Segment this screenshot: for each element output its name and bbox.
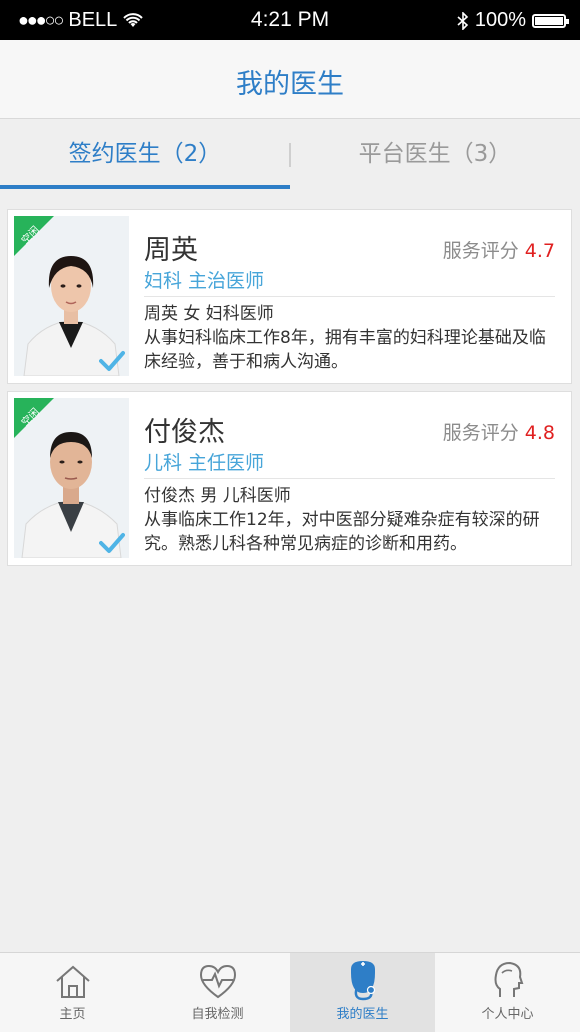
check-icon bbox=[99, 351, 125, 371]
heart-pulse-icon bbox=[199, 964, 236, 999]
doctor-intro: 周英 女 妇科医师 bbox=[144, 304, 274, 324]
tabbar-label: 主页 bbox=[59, 1007, 86, 1022]
tab-active-indicator bbox=[0, 185, 290, 189]
card-divider bbox=[144, 296, 555, 297]
doctor-description: 付俊杰 男 儿科医师 从事临床工作12年，对中医部分疑难杂症有较深的研究。熟悉儿… bbox=[144, 484, 555, 556]
page-title: 我的医生 bbox=[236, 69, 344, 100]
doctor-department: 妇科 主治医师 bbox=[144, 270, 265, 292]
tab-platform-doctors[interactable]: 平台医生（3） bbox=[290, 119, 580, 189]
bluetooth-icon bbox=[457, 11, 469, 30]
battery-percent: 100% bbox=[474, 9, 526, 31]
rating-label: 服务评分 bbox=[442, 422, 519, 444]
doctor-photo: 空闲 bbox=[14, 216, 129, 376]
doctor-name: 付俊杰 bbox=[144, 417, 225, 448]
check-icon bbox=[99, 533, 125, 553]
tabbar-label: 自我检测 bbox=[191, 1007, 244, 1022]
doctor-department: 儿科 主任医师 bbox=[144, 452, 265, 474]
doctor-icon bbox=[350, 961, 375, 1001]
bottom-tab-bar: 主页 自我检测 我的医生 个人中心 bbox=[0, 952, 580, 1032]
doctor-card[interactable]: 空闲 付俊杰 儿科 主任医师 服务评分 4.8 付俊杰 男 儿科医师 从事临床工… bbox=[7, 391, 572, 566]
nav-bar: 我的医生 bbox=[0, 40, 580, 119]
doctor-photo: 空闲 bbox=[14, 398, 129, 558]
rating-label: 服务评分 bbox=[442, 240, 519, 262]
tabbar-item-self-check[interactable]: 自我检测 bbox=[145, 953, 290, 1032]
doctor-card[interactable]: 空闲 周英 妇科 主治医师 服务评分 4.7 周英 女 妇科医师 从事妇科临床工… bbox=[7, 209, 572, 384]
rating-value: 4.7 bbox=[524, 240, 555, 262]
home-icon bbox=[55, 965, 90, 998]
person-icon bbox=[494, 961, 523, 997]
tabbar-item-home[interactable]: 主页 bbox=[0, 953, 145, 1032]
doctor-experience: 从事妇科临床工作8年，拥有丰富的妇科理论基础及临床经验，善于和病人沟通。 bbox=[144, 328, 546, 372]
tabbar-item-my-doctor[interactable]: 我的医生 bbox=[290, 953, 435, 1032]
tabbar-label: 个人中心 bbox=[481, 1007, 534, 1022]
service-rating: 服务评分 4.8 bbox=[443, 418, 555, 445]
doctor-description: 周英 女 妇科医师 从事妇科临床工作8年，拥有丰富的妇科理论基础及临床经验，善于… bbox=[144, 302, 555, 374]
doctor-name: 周英 bbox=[144, 235, 198, 266]
battery-icon bbox=[532, 13, 569, 28]
tabbar-item-profile[interactable]: 个人中心 bbox=[435, 953, 580, 1032]
doctor-tabs: 签约医生（2） 平台医生（3） bbox=[0, 119, 580, 189]
tab-signed-doctors[interactable]: 签约医生（2） bbox=[0, 119, 290, 189]
tabbar-label: 我的医生 bbox=[336, 1007, 389, 1022]
doctor-intro: 付俊杰 男 儿科医师 bbox=[144, 486, 291, 506]
status-bar: ●●●○○ BELL 4:21 PM 100% bbox=[0, 0, 580, 40]
rating-value: 4.8 bbox=[524, 422, 555, 444]
card-divider bbox=[144, 478, 555, 479]
service-rating: 服务评分 4.7 bbox=[443, 236, 555, 263]
doctor-experience: 从事临床工作12年，对中医部分疑难杂症有较深的研究。熟悉儿科各种常见病症的诊断和… bbox=[144, 510, 540, 554]
